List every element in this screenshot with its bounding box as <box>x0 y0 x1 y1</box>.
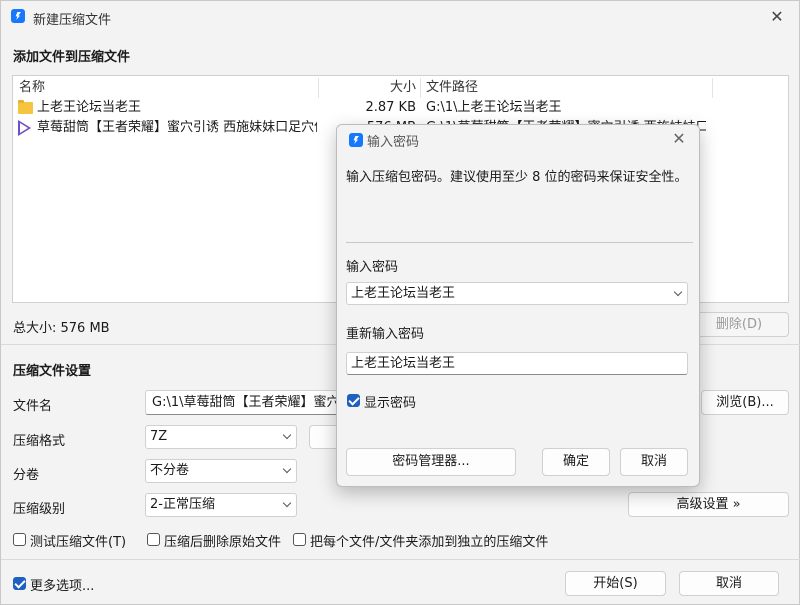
file-name: 草莓甜筒【王者荣耀】蜜穴引诱 西施妹妹口足穴侍... <box>37 120 317 135</box>
confirm-password-label: 重新输入密码 <box>346 327 425 342</box>
browse-button[interactable]: 浏览(B)... <box>701 390 789 415</box>
split-value: 不分卷 <box>150 463 190 478</box>
close-window-button[interactable]: ✕ <box>763 5 791 29</box>
format-label: 压缩格式 <box>13 434 66 449</box>
file-path: G:\1\上老王论坛当老王 <box>426 100 562 115</box>
more-options-checkbox[interactable] <box>13 577 26 590</box>
title-bar: 新建压缩文件 ✕ <box>1 1 799 33</box>
column-header-size[interactable]: 大小 <box>322 76 416 100</box>
advanced-settings-button[interactable]: 高级设置 » <box>628 492 789 517</box>
cancel-button[interactable]: 取消 <box>679 571 779 596</box>
app-logo-icon <box>349 133 363 147</box>
chevron-down-icon <box>282 498 292 508</box>
delete-after-label: 压缩后删除原始文件 <box>164 535 282 550</box>
password-dialog: 输入密码 ✕ 输入压缩包密码。建议使用至少 8 位的密码来保证安全性。 输入密码… <box>336 124 700 487</box>
password-instruction: 输入压缩包密码。建议使用至少 8 位的密码来保证安全性。 <box>346 170 688 185</box>
more-options-label: 更多选项... <box>30 579 95 594</box>
format-select[interactable]: 7Z <box>145 425 297 449</box>
password-value: 上老王论坛当老王 <box>351 286 456 301</box>
delete-button[interactable]: 删除(D) <box>689 312 789 337</box>
level-label: 压缩级别 <box>13 502 66 517</box>
test-archive-checkbox[interactable] <box>13 533 26 546</box>
level-select[interactable]: 2-正常压缩 <box>145 493 297 517</box>
password-label: 输入密码 <box>346 260 399 275</box>
dialog-title: 输入密码 <box>367 135 420 150</box>
app-logo-icon <box>11 9 25 23</box>
chevron-down-icon <box>282 464 292 474</box>
delete-after-checkbox[interactable] <box>147 533 160 546</box>
split-label: 分卷 <box>13 468 40 483</box>
footer-divider <box>1 559 800 560</box>
video-file-icon <box>18 120 31 136</box>
filename-label: 文件名 <box>13 399 53 414</box>
start-button[interactable]: 开始(S) <box>565 571 666 596</box>
folder-icon <box>18 100 33 114</box>
file-list-row[interactable]: 上老王论坛当老王 2.87 KB G:\1\上老王论坛当老王 <box>13 98 788 118</box>
ok-button[interactable]: 确定 <box>542 448 610 476</box>
dialog-cancel-button[interactable]: 取消 <box>620 448 688 476</box>
column-header-name[interactable]: 名称 <box>19 76 45 100</box>
chevron-down-icon <box>673 287 683 296</box>
show-password-label: 显示密码 <box>364 396 417 411</box>
password-input[interactable]: 上老王论坛当老王 <box>346 282 688 305</box>
column-header-path[interactable]: 文件路径 <box>426 76 478 100</box>
test-archive-label: 测试压缩文件(T) <box>30 535 127 550</box>
level-value: 2-正常压缩 <box>150 497 215 512</box>
confirm-password-input[interactable]: 上老王论坛当老王 <box>346 352 688 375</box>
show-password-checkbox[interactable] <box>347 394 360 407</box>
separate-archives-checkbox[interactable] <box>293 533 306 546</box>
window-title: 新建压缩文件 <box>33 13 112 28</box>
file-name: 上老王论坛当老王 <box>37 100 142 115</box>
chevron-down-icon <box>282 430 292 440</box>
file-size: 2.87 KB <box>365 100 416 115</box>
close-dialog-button[interactable]: ✕ <box>665 127 693 151</box>
password-manager-button[interactable]: 密码管理器... <box>346 448 516 476</box>
separate-archives-label: 把每个文件/文件夹添加到独立的压缩文件 <box>310 535 549 550</box>
add-files-heading: 添加文件到压缩文件 <box>13 50 131 65</box>
split-select[interactable]: 不分卷 <box>145 459 297 483</box>
dialog-divider <box>346 242 693 243</box>
format-value: 7Z <box>150 429 168 444</box>
total-size-label: 总大小: 576 MB <box>13 321 110 336</box>
archive-settings-heading: 压缩文件设置 <box>13 364 92 379</box>
